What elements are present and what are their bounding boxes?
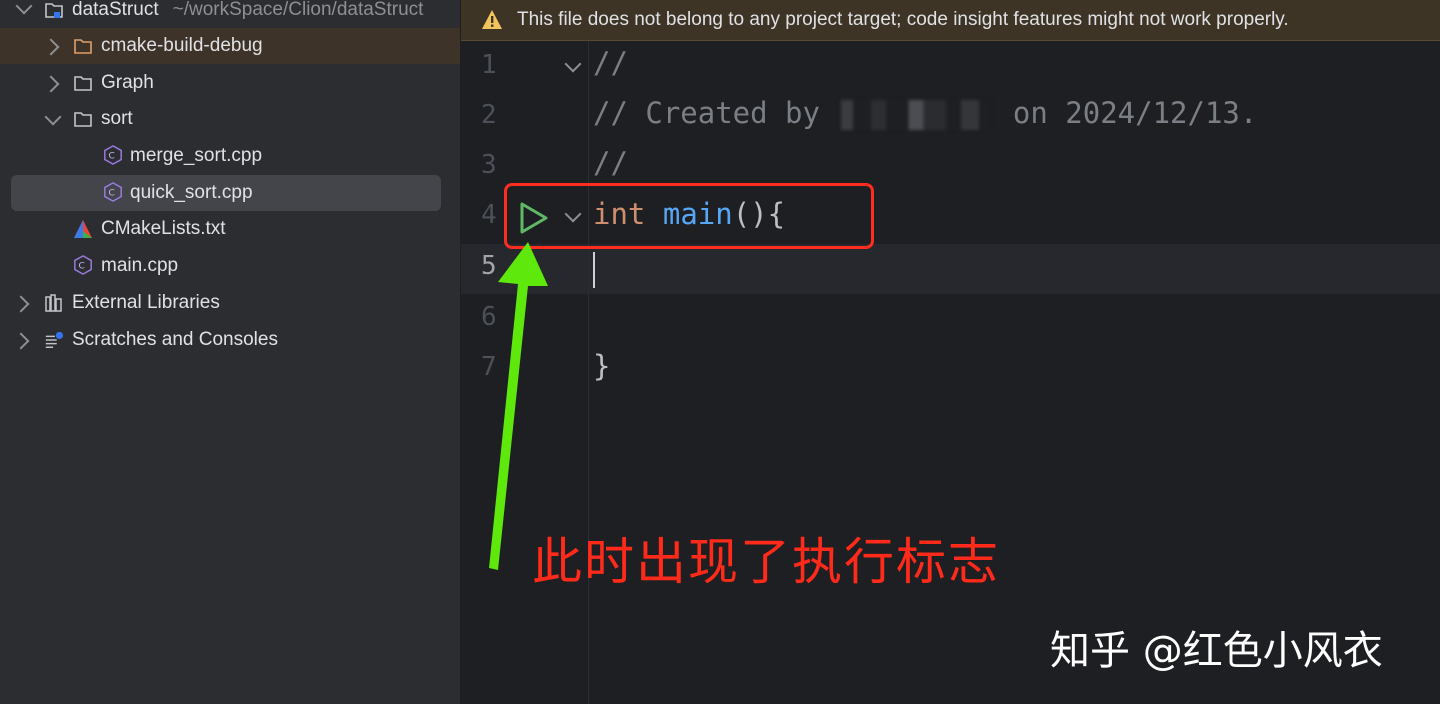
svg-text:C: C [108, 152, 114, 162]
watermark: 知乎 @红色小风衣 [1050, 628, 1383, 674]
code-line-2: // Created by on 2024/12/13. [593, 96, 1257, 130]
libraries-icon [45, 294, 62, 312]
tree-item-label: main.cpp [101, 255, 179, 276]
tree-item-label: Graph [101, 72, 154, 93]
code-line-1: // [593, 46, 628, 80]
code-line-3: // [593, 146, 628, 180]
redacted-author [841, 100, 992, 130]
chevron-down-icon[interactable] [15, 0, 33, 15]
folder-icon [74, 39, 92, 54]
current-line-highlight [461, 244, 1440, 294]
text-cursor [593, 252, 595, 288]
line-number: 6 [481, 302, 497, 332]
cpp-file-icon: C [104, 145, 122, 165]
line-number: 5 [481, 251, 497, 281]
project-panel: dataStruct ~/workSpace/Clion/dataStruct c… [0, 0, 461, 704]
comment-prefix: // Created by [593, 96, 838, 130]
comment-suffix: on 2024/12/13. [995, 96, 1258, 130]
code-editor[interactable]: This file does not belong to any project… [461, 0, 1440, 704]
line-number: 7 [481, 352, 497, 382]
gutter-divider [588, 41, 589, 704]
tree-root-path: ~/workSpace/Clion/dataStruct [172, 0, 424, 20]
code-line-7: } [593, 349, 611, 383]
annotation-highlight-box [504, 183, 874, 249]
tree-item-label: merge_sort.cpp [130, 145, 263, 166]
tree-item-label: CMakeLists.txt [101, 218, 226, 239]
cmake-icon [74, 220, 92, 238]
tree-item-graph[interactable]: Graph [0, 65, 460, 101]
svg-text:C: C [78, 262, 84, 272]
folder-icon [74, 76, 92, 91]
line-number: 3 [481, 150, 497, 180]
tree-item-cmakelists[interactable]: CMakeLists.txt [0, 211, 460, 247]
tree-item-quick-sort-cpp[interactable]: C quick_sort.cpp [11, 175, 441, 211]
tree-root-datastruct[interactable]: dataStruct ~/workSpace/Clion/dataStruct [0, 0, 460, 28]
tree-item-label: Scratches and Consoles [72, 329, 278, 350]
tree-item-main-cpp[interactable]: C main.cpp [0, 248, 460, 284]
tree-item-scratches[interactable]: Scratches and Consoles [0, 322, 460, 358]
tree-item-label: cmake-build-debug [101, 35, 263, 56]
chevron-right-icon[interactable] [12, 332, 30, 350]
chevron-right-icon[interactable] [12, 295, 30, 313]
scratches-icon [45, 331, 64, 348]
annotation-caption: 此时出现了执行标志 [532, 533, 1000, 591]
cpp-file-icon: C [74, 255, 92, 275]
warning-icon [482, 10, 502, 29]
tree-root-label: dataStruct [72, 0, 159, 20]
tree-item-sort[interactable]: sort [0, 101, 460, 137]
chevron-down-icon[interactable] [44, 108, 62, 126]
chevron-right-icon[interactable] [42, 38, 60, 56]
tree-item-label: External Libraries [72, 292, 220, 313]
tree-item-label: sort [101, 108, 133, 129]
line-number: 2 [481, 100, 497, 130]
svg-text:C: C [108, 189, 114, 199]
tree-item-merge-sort-cpp[interactable]: C merge_sort.cpp [0, 138, 460, 174]
warning-banner-text: This file does not belong to any project… [517, 9, 1289, 30]
module-folder-icon [45, 3, 63, 18]
tree-item-label: quick_sort.cpp [130, 182, 253, 203]
chevron-right-icon[interactable] [42, 75, 60, 93]
cpp-file-icon: C [104, 182, 122, 202]
folder-icon [74, 112, 92, 127]
warning-banner: This file does not belong to any project… [461, 0, 1440, 41]
line-number: 1 [481, 50, 497, 80]
tree-item-external-libraries[interactable]: External Libraries [0, 285, 460, 321]
tree-item-cmake-build-debug[interactable]: cmake-build-debug [0, 28, 460, 64]
